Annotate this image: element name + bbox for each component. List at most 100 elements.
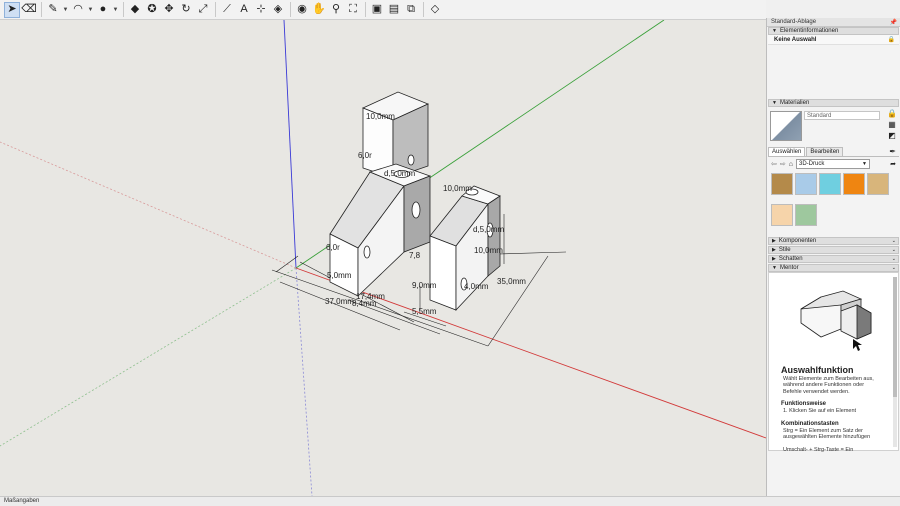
dim-label: 5,5mm <box>412 307 437 316</box>
material-swatch[interactable] <box>771 173 793 195</box>
collapse-triangle-icon: ▶ <box>772 247 776 253</box>
entity-info-value: Keine Auswahl <box>774 36 817 43</box>
toolbar-separator <box>365 2 366 17</box>
chevron-down-icon: ▼ <box>862 161 867 167</box>
panel-header-entity-info[interactable]: ▼ Elementinformationen <box>768 27 899 35</box>
mentor-operation-heading: Funktionsweise <box>781 401 827 407</box>
tape-measure-tool-icon[interactable]: ⟋ <box>219 2 235 18</box>
default-material-icon[interactable]: ◩ <box>887 131 897 141</box>
panel-menu-icon[interactable]: ⌄ <box>892 247 896 253</box>
panel-header-label: Mentor <box>779 265 799 271</box>
mentor-modifier-text: Strg = Ein Element zum Satz der ausgewäh… <box>783 428 871 441</box>
panel-menu-icon[interactable]: ⌄ <box>892 256 896 262</box>
blue-axis-dashed <box>295 267 313 496</box>
status-bar: Maßangaben <box>0 496 900 506</box>
material-name-field[interactable]: Standard <box>804 111 880 120</box>
create-material-icon[interactable]: ▦ <box>887 120 897 130</box>
lock-icon[interactable]: 🔒 <box>888 36 895 43</box>
panel-menu-icon[interactable]: ⌄ <box>892 265 896 271</box>
material-swatch[interactable] <box>795 173 817 195</box>
paint-bucket-tool-icon[interactable]: ◈ <box>270 2 286 18</box>
ruby-console-icon[interactable]: ◇ <box>427 2 443 18</box>
select-tool-icon[interactable]: ➤ <box>4 1 20 18</box>
panel-header-stile[interactable]: ▶ Stile ⌄ <box>768 246 899 254</box>
collapse-triangle-icon: ▶ <box>772 238 776 244</box>
collapse-triangle-icon: ▶ <box>772 256 776 262</box>
entity-info-content: Keine Auswahl 🔒 <box>768 35 899 45</box>
mentor-title: Auswahlfunktion <box>781 365 854 375</box>
panel-menu-icon[interactable]: ⌄ <box>892 238 896 244</box>
axes-tool-icon[interactable]: ⊹ <box>253 2 269 18</box>
measurements-label: Maßangaben <box>4 498 40 504</box>
dim-label: 5,0mm <box>327 271 352 280</box>
text-tool-icon[interactable]: A <box>236 2 252 18</box>
zoom-extents-tool-icon[interactable]: ⛶ <box>345 2 361 18</box>
tab-edit[interactable]: Bearbeiten <box>806 147 844 156</box>
tab-select[interactable]: Auswählen <box>768 147 806 156</box>
toolbar-separator <box>215 2 216 17</box>
expand-triangle-icon: ▼ <box>772 28 777 34</box>
details-arrow-icon[interactable]: ➦ <box>890 160 896 168</box>
dim-label: 7,8 <box>409 251 421 260</box>
dim-label: 6,0r <box>326 243 340 252</box>
material-swatch[interactable] <box>819 173 841 195</box>
home-icon[interactable]: ⌂ <box>789 161 793 168</box>
toolbar-separator <box>123 2 124 17</box>
mentor-operation-text: 1. Klicken Sie auf ein Element <box>783 408 857 414</box>
back-arrow-icon[interactable]: ⇦ <box>771 160 777 168</box>
panel-header-mentor[interactable]: ▼ Mentor ⌄ <box>768 264 899 272</box>
orbit-tool-icon[interactable]: ◉ <box>294 2 310 18</box>
panel-header-label: Komponenten <box>778 238 817 244</box>
material-swatch[interactable] <box>795 204 817 226</box>
panel-header-label: Stile <box>778 247 791 253</box>
collection-select[interactable]: 3D-Druck ▼ <box>795 159 870 169</box>
main-toolbar: ➤ ⌫ ✎ ▼ ◠ ▼ ● ▼ ◆ ✪ ✥ ↻ ⤢ ⟋ A ⊹ ◈ ◉ ✋ ⚲ ⛶ ▣ ▤ ⧉ ◇ <box>0 0 766 20</box>
material-swatch[interactable] <box>843 173 865 195</box>
model-canvas[interactable]: 10,0mm 6,0r d,5,0mm 10,0mm d,5,0mm 10,0m… <box>0 20 766 496</box>
mentor-illustration <box>800 290 872 351</box>
chevron-down-icon[interactable]: ▼ <box>87 2 94 18</box>
forward-arrow-icon[interactable]: ⇨ <box>780 160 786 168</box>
move-tool-icon[interactable]: ✥ <box>161 2 177 18</box>
model-viewport[interactable]: 10,0mm 6,0r d,5,0mm 10,0mm d,5,0mm 10,0m… <box>0 20 766 496</box>
default-tray: Standard-Ablage 📌 ▼ Elementinformationen… <box>766 18 900 496</box>
material-swatch[interactable] <box>771 204 793 226</box>
warehouse-icon[interactable]: ▣ <box>369 2 385 18</box>
scale-tool-icon[interactable]: ⤢ <box>195 2 211 18</box>
materials-tabs: Auswählen Bearbeiten ✒ <box>768 147 899 157</box>
material-preview-swatch <box>770 111 802 141</box>
pin-icon[interactable]: 📌 <box>890 19 897 26</box>
arc-tool-icon[interactable]: ◠ <box>70 2 86 18</box>
scrollbar-thumb[interactable] <box>893 277 897 397</box>
panel-header-komponenten[interactable]: ▶ Komponenten ⌄ <box>768 237 899 245</box>
rotate-tool-icon[interactable]: ↻ <box>178 2 194 18</box>
chevron-down-icon[interactable]: ▼ <box>112 2 119 18</box>
eraser-tool-icon[interactable]: ⌫ <box>21 2 37 18</box>
extension-warehouse-icon[interactable]: ▤ <box>386 2 402 18</box>
mentor-scrollbar[interactable] <box>893 277 897 447</box>
lock-icon[interactable]: 🔒 <box>887 109 897 119</box>
toolbar-separator <box>423 2 424 17</box>
dim-label: 8,4mm <box>352 299 377 308</box>
layout-icon[interactable]: ⧉ <box>403 2 419 18</box>
chevron-down-icon[interactable]: ▼ <box>62 2 69 18</box>
material-swatch[interactable] <box>867 173 889 195</box>
expand-triangle-icon: ▼ <box>772 100 777 106</box>
expand-triangle-icon: ▼ <box>772 265 777 271</box>
shape-tool-icon[interactable]: ● <box>95 2 111 18</box>
push-pull-tool-icon[interactable]: ◆ <box>127 2 143 18</box>
panel-header-schatten[interactable]: ▶ Schatten ⌄ <box>768 255 899 263</box>
line-tool-icon[interactable]: ✎ <box>45 2 61 18</box>
panel-header-materials[interactable]: ▼ Materialien <box>768 99 899 107</box>
dim-label: d,5,0mm <box>384 169 415 178</box>
dim-label: 10,0mm <box>443 184 472 193</box>
entity-info-empty-area <box>767 45 900 99</box>
dim-label: 35,0mm <box>497 277 526 286</box>
toolbar-separator <box>290 2 291 17</box>
zoom-tool-icon[interactable]: ⚲ <box>328 2 344 18</box>
green-axis-dashed <box>0 267 297 447</box>
eyedropper-icon[interactable]: ✒ <box>889 147 896 156</box>
mentor-content: Auswahlfunktion Wählt Elemente zum Bearb… <box>768 272 899 452</box>
pan-tool-icon[interactable]: ✋ <box>311 2 327 18</box>
follow-me-tool-icon[interactable]: ✪ <box>144 2 160 18</box>
